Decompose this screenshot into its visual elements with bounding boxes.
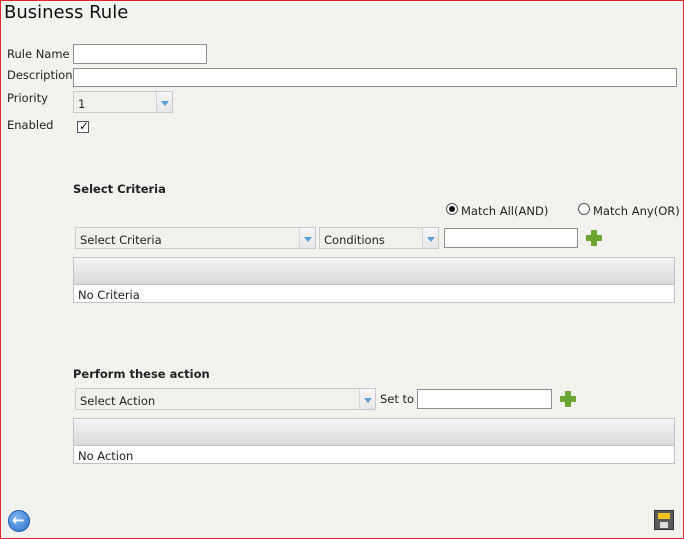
priority-select[interactable]: 1 <box>73 91 173 113</box>
set-to-label: Set to <box>380 392 415 406</box>
description-label: Description <box>7 68 73 82</box>
save-icon-label-area <box>658 513 670 519</box>
checkmark-icon: ✓ <box>79 119 90 133</box>
save-icon[interactable] <box>654 510 674 530</box>
criteria-empty-text: No Criteria <box>78 288 140 302</box>
action-select-value: Select Action <box>80 394 156 408</box>
rule-name-label: Rule Name <box>7 47 70 61</box>
actions-grid: No Action <box>73 418 675 464</box>
condition-value-input[interactable] <box>444 228 578 248</box>
set-to-input[interactable] <box>417 389 552 409</box>
plus-icon[interactable] <box>560 391 576 407</box>
enabled-label: Enabled <box>7 118 54 132</box>
plus-icon[interactable] <box>586 230 602 246</box>
chevron-down-icon[interactable] <box>299 228 315 248</box>
chevron-down-icon[interactable] <box>156 92 172 112</box>
chevron-down-icon[interactable] <box>422 228 438 248</box>
match-all-radio[interactable] <box>446 203 458 215</box>
page-title: Business Rule <box>4 2 129 23</box>
rule-name-input[interactable] <box>73 44 207 64</box>
match-any-label: Match Any(OR) <box>593 204 680 218</box>
match-any-radio[interactable] <box>578 203 590 215</box>
description-input[interactable] <box>73 68 677 87</box>
conditions-select-value: Conditions <box>324 233 385 247</box>
save-icon-slot <box>660 522 668 528</box>
actions-grid-header <box>74 419 674 446</box>
criteria-select-value: Select Criteria <box>80 233 162 247</box>
priority-label: Priority <box>7 91 48 105</box>
action-select[interactable]: Select Action <box>75 388 376 410</box>
back-arrow-icon[interactable]: ← <box>8 510 30 532</box>
criteria-select[interactable]: Select Criteria <box>75 227 316 249</box>
chevron-down-icon[interactable] <box>359 389 375 409</box>
criteria-heading: Select Criteria <box>73 182 166 196</box>
conditions-select[interactable]: Conditions <box>319 227 439 249</box>
arrow-glyph: ← <box>12 511 25 529</box>
radio-selected-icon <box>449 206 455 212</box>
match-all-label: Match All(AND) <box>461 204 549 218</box>
priority-select-value: 1 <box>78 97 86 111</box>
criteria-grid: No Criteria <box>73 257 675 303</box>
enabled-checkbox[interactable]: ✓ <box>77 119 90 133</box>
criteria-grid-header <box>74 258 674 285</box>
actions-empty-text: No Action <box>78 449 134 463</box>
actions-heading: Perform these action <box>73 367 210 381</box>
